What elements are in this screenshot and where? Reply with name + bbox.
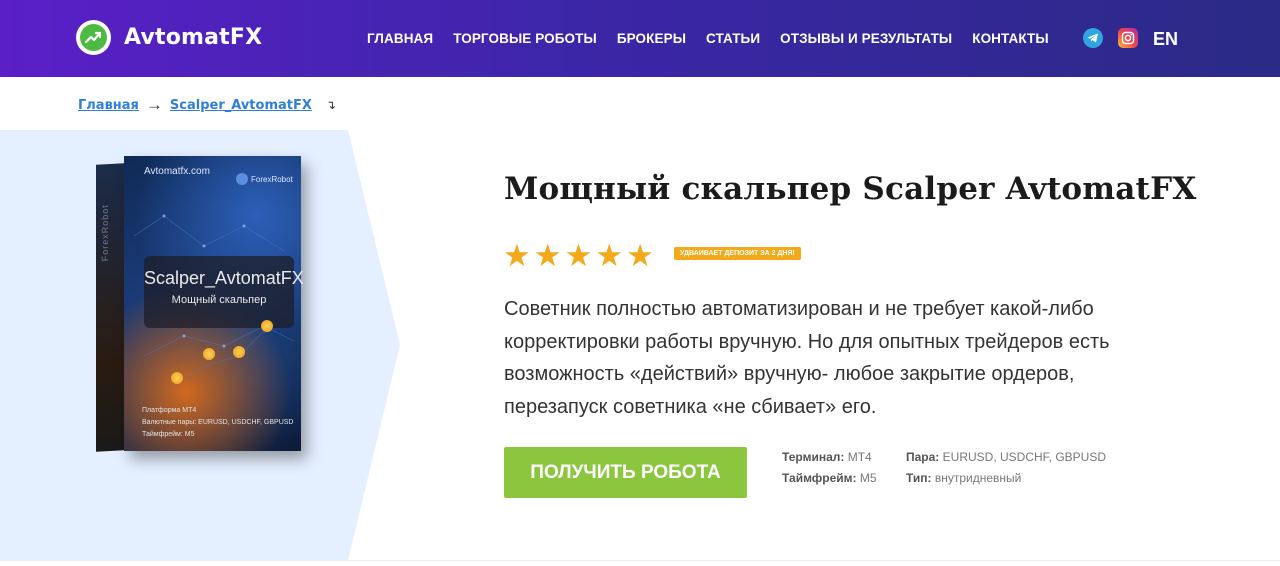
nav-articles[interactable]: СТАТЬИ [706,31,760,46]
box-front: Avtomatfx.com ForexRobot Scalper_Avtomat… [124,156,304,451]
logo-icon [76,20,111,55]
product-title: Мощный скальпер Scalper AvtomatFX [504,171,1197,207]
star-icon: ★ [503,238,531,273]
instagram-icon[interactable] [1118,28,1138,48]
breadcrumb-arrow-icon: ↴ [325,98,336,112]
rating-stars: ★ ★ ★ ★ ★ [503,240,657,271]
nav-contacts[interactable]: КОНТАКТЫ [972,31,1048,46]
box-info-platform: Платформа МТ4 [142,407,197,414]
product-description: Советник полностью автоматизирован и не … [504,298,1110,418]
promo-badge: УДВАИВАЕТ ДЕПОЗИТ ЗА 2 ДНЯ! [674,247,801,260]
box-side: ForexRobot [96,163,124,452]
star-icon: ★ [533,238,562,273]
logo[interactable]: AvtomatFX [76,20,262,55]
coin-icon [171,372,183,384]
spec-timeframe: Таймфрейм: M5 [782,471,877,485]
coin-icon [203,348,215,360]
box-label: Scalper_AvtomatFX Мощный скальпер [144,256,304,328]
site-header: AvtomatFX ГЛАВНАЯ ТОРГОВЫЕ РОБОТЫ БРОКЕР… [0,0,1280,77]
spec-pair: Пара: EURUSD, USDCHF, GBPUSD [906,450,1107,464]
breadcrumb-home[interactable]: Главная [78,98,139,113]
nav-home[interactable]: ГЛАВНАЯ [367,31,433,46]
coin-icon [233,346,245,358]
nav-brokers[interactable]: БРОКЕРЫ [617,31,686,46]
star-icon: ★ [595,238,624,273]
logo-text: AvtomatFX [124,25,263,50]
star-icon: ★ [564,238,593,273]
box-info-pairs: Валютные пары: EURUSD, USDCHF, GBPUSD [142,419,294,426]
coin-icon [261,320,273,332]
box-title: Scalper_AvtomatFX [144,268,304,288]
divider [0,560,1280,561]
breadcrumb-current[interactable]: Scalper_AvtomatFX [170,98,312,113]
main-nav: ГЛАВНАЯ ТОРГОВЫЕ РОБОТЫ БРОКЕРЫ СТАТЬИ О… [367,31,1069,46]
box-subtitle: Мощный скальпер [171,294,267,306]
breadcrumb: Главная → Scalper_AvtomatFX ↴ [78,95,336,115]
star-icon: ★ [626,238,654,273]
nav-trading-robots[interactable]: ТОРГОВЫЕ РОБОТЫ [453,31,597,46]
breadcrumb-separator: → [145,95,163,114]
box-info-timeframe: Таймфрейм: М5 [142,431,195,438]
spec-terminal: Терминал: MT4 [782,450,872,464]
spec-type: Тип: внутридневный [906,471,1022,485]
telegram-icon[interactable] [1083,28,1103,48]
language-switch[interactable]: EN [1153,29,1178,50]
get-robot-button[interactable]: ПОЛУЧИТЬ РОБОТА [504,447,747,498]
nav-reviews[interactable]: ОТЗЫВЫ И РЕЗУЛЬТАТЫ [780,31,952,46]
product-box-image: ForexRobot Avtomatfx.com ForexRobot Scal… [96,156,304,452]
